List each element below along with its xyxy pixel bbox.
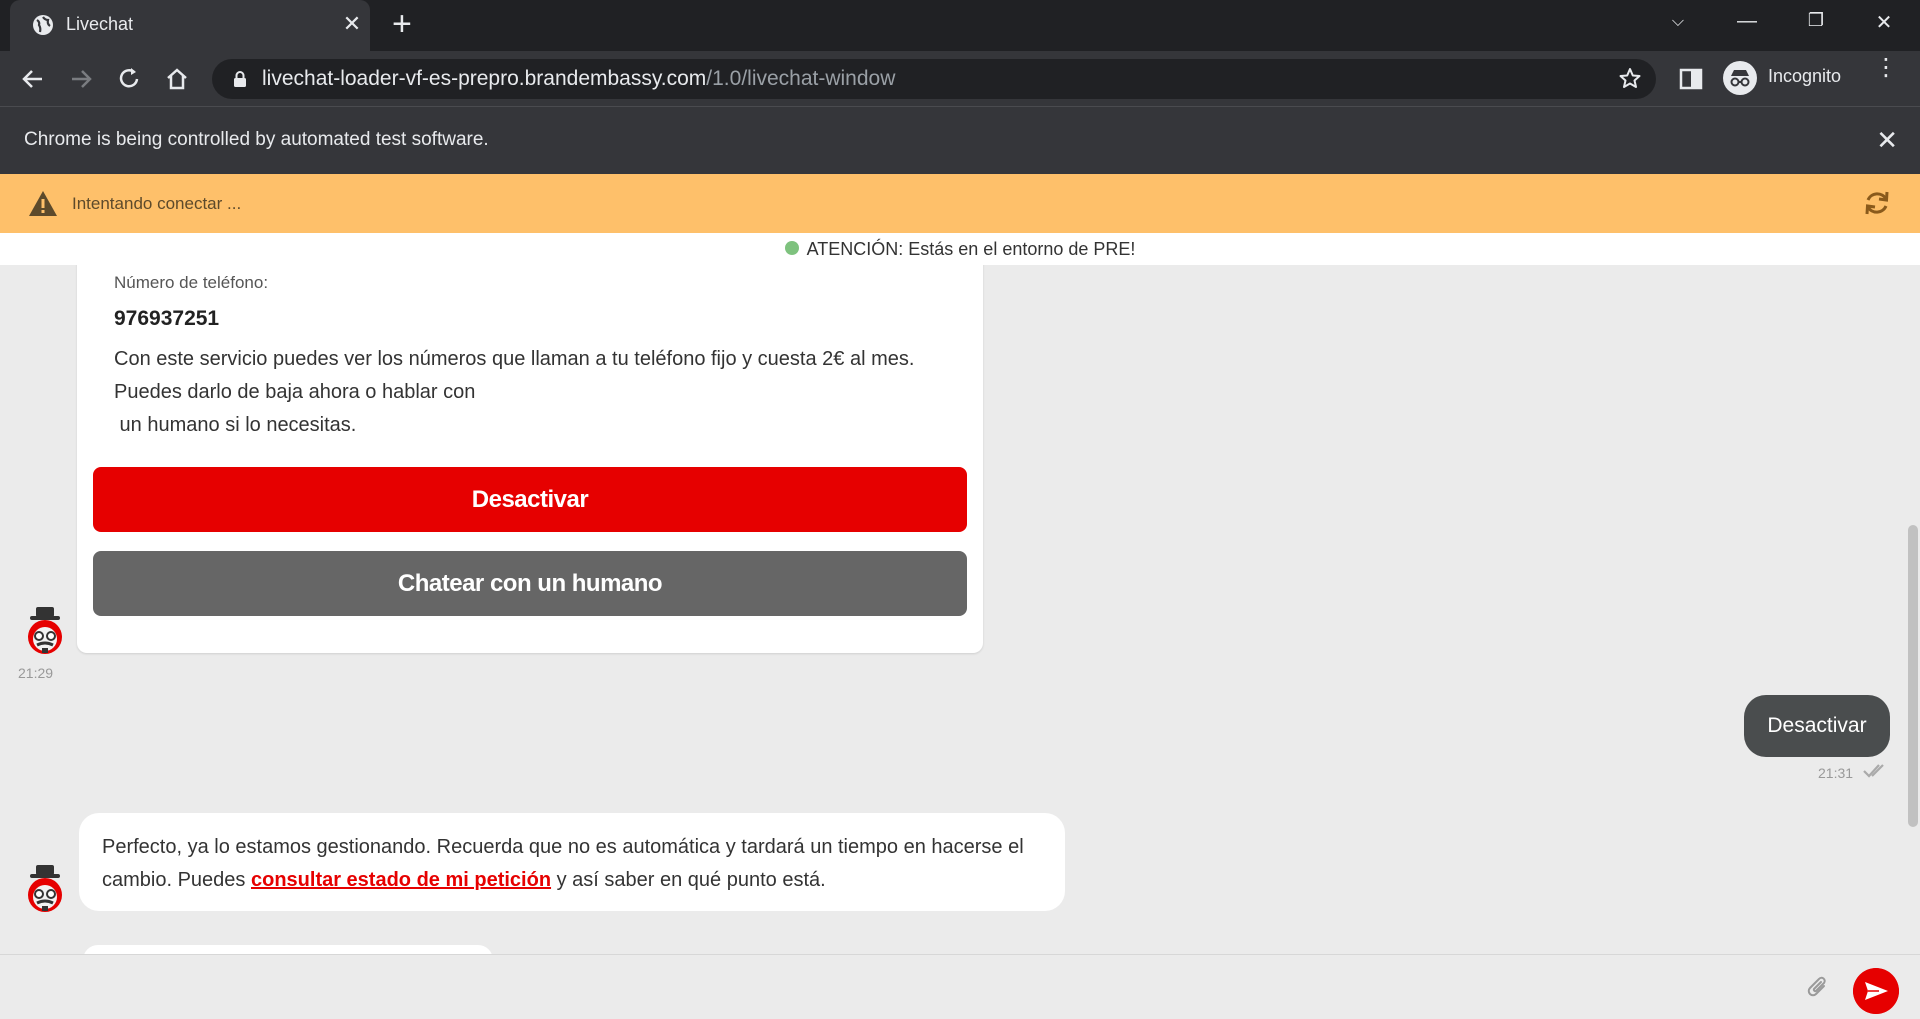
- status-dot-icon: [784, 240, 799, 255]
- request-status-link[interactable]: consultar estado de mi petición: [251, 869, 551, 891]
- send-button[interactable]: [1853, 968, 1899, 1014]
- tab-title: Livechat: [66, 14, 134, 34]
- home-icon[interactable]: [160, 62, 194, 96]
- message-input[interactable]: [20, 965, 1780, 1009]
- environment-banner: ATENCIÓN: Estás en el entorno de PRE!: [0, 233, 1920, 265]
- tab-search-chevron-icon[interactable]: ⌵: [1658, 13, 1698, 31]
- connection-warning-bar: Intentando conectar ...: [0, 174, 1920, 233]
- incognito-label[interactable]: Incognito: [1768, 66, 1841, 87]
- tab-close-icon[interactable]: ✕: [340, 12, 364, 36]
- environment-notice: ATENCIÓN: Estás en el entorno de PRE!: [806, 239, 1136, 259]
- bot-message-text-end: y así saber en qué punto está.: [551, 869, 826, 891]
- new-tab-button[interactable]: +: [392, 7, 412, 41]
- url-host: livechat-loader-vf-es-prepro.brandembass…: [262, 67, 707, 90]
- back-arrow-icon[interactable]: [16, 62, 50, 96]
- next-message-bubble: [83, 945, 493, 954]
- user-message-time: 21:31: [1818, 765, 1854, 781]
- user-message-bubble: Desactivar: [1744, 695, 1890, 757]
- message-composer: [0, 954, 1920, 1019]
- chat-scrollbar[interactable]: [1908, 525, 1918, 827]
- url-text: livechat-loader-vf-es-prepro.brandembass…: [262, 67, 895, 91]
- bookmark-star-icon[interactable]: [1616, 65, 1644, 93]
- browser-tab-strip: Livechat ✕ + ⌵ — ❐ ✕: [0, 0, 1920, 51]
- address-bar[interactable]: livechat-loader-vf-es-prepro.brandembass…: [212, 59, 1656, 99]
- message-time: 21:29: [18, 665, 54, 681]
- minimize-button[interactable]: —: [1727, 10, 1767, 33]
- globe-icon: [33, 15, 53, 35]
- side-panel-icon[interactable]: [1677, 65, 1705, 93]
- browser-toolbar: livechat-loader-vf-es-prepro.brandembass…: [0, 51, 1920, 106]
- infobar-close-icon[interactable]: ✕: [1876, 125, 1898, 156]
- phone-number: 976937251: [114, 307, 220, 330]
- read-receipt-icon: [1863, 764, 1884, 778]
- bot-message-bubble: Perfecto, ya lo estamos gestionando. Rec…: [79, 813, 1065, 911]
- phone-label: Número de teléfono:: [114, 273, 269, 292]
- close-window-button[interactable]: ✕: [1864, 10, 1904, 35]
- lock-icon: [234, 71, 246, 87]
- bot-avatar-icon: [28, 607, 62, 654]
- chat-transcript[interactable]: Número de teléfono: 976937251 Con este s…: [0, 265, 1920, 954]
- service-card-message: Número de teléfono: 976937251 Con este s…: [77, 265, 983, 653]
- incognito-icon[interactable]: [1723, 61, 1757, 95]
- warning-icon: [29, 191, 57, 216]
- automation-notice: Chrome is being controlled by automated …: [24, 129, 489, 150]
- refresh-icon[interactable]: [1862, 188, 1892, 218]
- connecting-text: Intentando conectar ...: [72, 194, 242, 213]
- service-description: Con este servicio puedes ver los números…: [114, 348, 915, 436]
- forward-arrow-icon[interactable]: [64, 62, 98, 96]
- restore-button[interactable]: ❐: [1796, 10, 1836, 31]
- chat-with-human-button[interactable]: Chatear con un humano: [93, 551, 967, 616]
- reload-icon[interactable]: [112, 62, 146, 96]
- browser-tab[interactable]: Livechat ✕: [10, 0, 370, 51]
- bot-avatar-icon: [28, 865, 62, 912]
- url-path: /1.0/livechat-window: [706, 67, 896, 90]
- paperclip-icon[interactable]: [1804, 973, 1832, 1001]
- deactivate-button[interactable]: Desactivar: [93, 467, 967, 532]
- more-menu-icon[interactable]: ⋮: [1874, 56, 1898, 80]
- automation-infobar: Chrome is being controlled by automated …: [0, 106, 1920, 174]
